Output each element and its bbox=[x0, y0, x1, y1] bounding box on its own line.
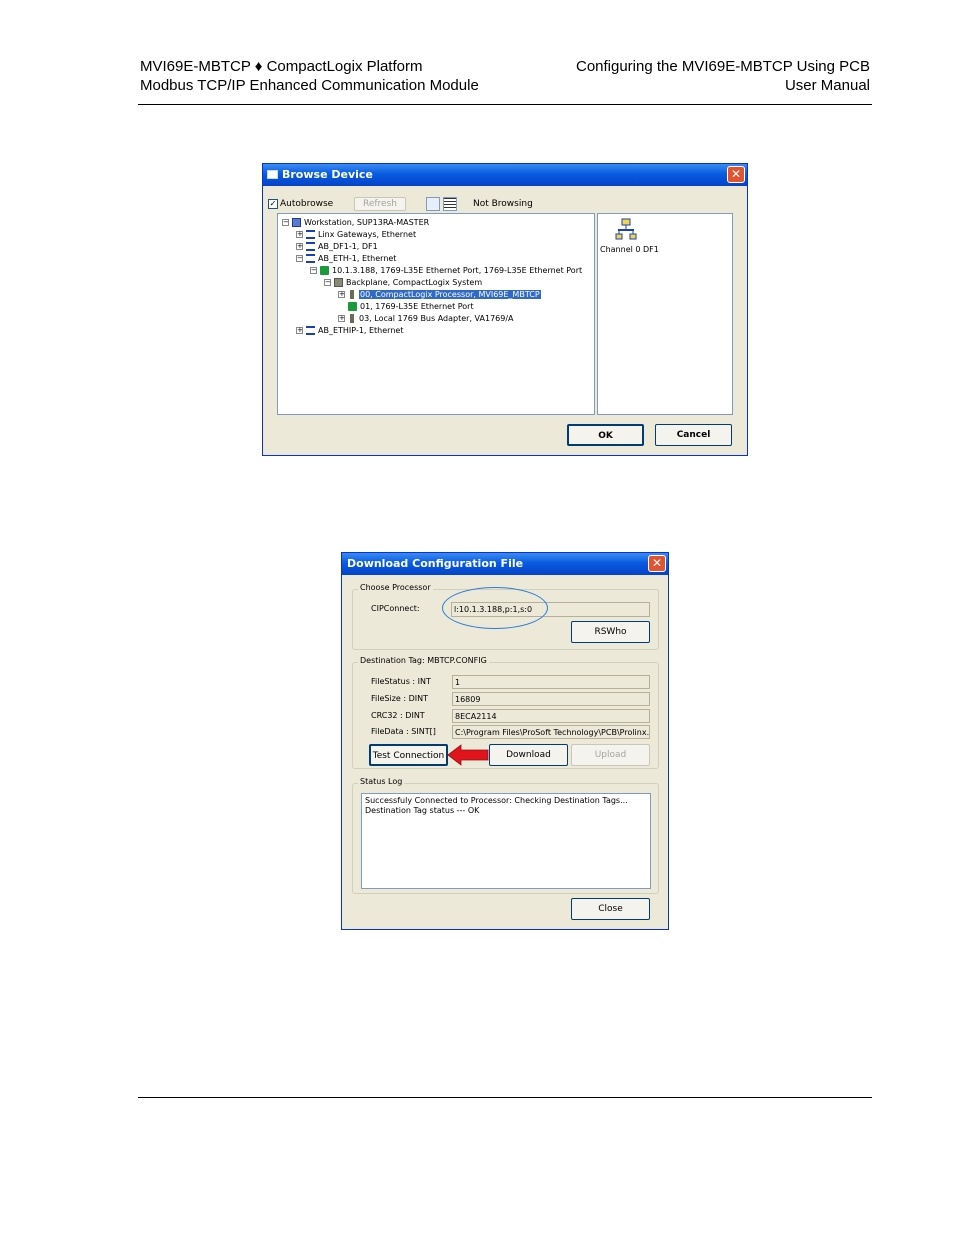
close-button[interactable]: Close bbox=[571, 898, 650, 920]
cipconnect-label: CIPConnect: bbox=[371, 604, 420, 613]
module-icon bbox=[350, 313, 354, 323]
collapse-icon[interactable]: − bbox=[310, 266, 317, 274]
header-left: MVI69E-MBTCP ♦ CompactLogix Platform Mod… bbox=[140, 57, 479, 95]
ethernet-port-icon bbox=[320, 265, 329, 275]
header-doc-type: User Manual bbox=[784, 77, 870, 94]
collapse-icon[interactable]: − bbox=[296, 254, 303, 262]
browse-status: Not Browsing bbox=[473, 199, 533, 209]
filedata-field: C:\Program Files\ProSoft Technology\PCB\… bbox=[452, 725, 650, 739]
tree-item[interactable]: + 03, Local 1769 Bus Adapter, VA1769/A bbox=[338, 312, 514, 324]
refresh-button[interactable]: Refresh bbox=[354, 197, 406, 211]
status-log-line: Destination Tag status --- OK bbox=[365, 806, 480, 815]
expand-icon[interactable]: + bbox=[338, 314, 345, 322]
tree-item-label: Workstation, SUP13RA-MASTER bbox=[304, 217, 430, 227]
download-config-dialog: Download Configuration File ✕ Choose Pro… bbox=[341, 552, 669, 930]
field-label: CRC32 : DINT bbox=[371, 711, 425, 720]
download-button[interactable]: Download bbox=[489, 744, 568, 766]
tree-item-label: Backplane, CompactLogix System bbox=[346, 277, 483, 287]
network-icon bbox=[306, 241, 315, 251]
upload-button[interactable]: Upload bbox=[571, 744, 650, 766]
header-rule bbox=[138, 104, 872, 105]
browse-device-dialog: Browse Device ✕ ✓ Autobrowse Refresh Not… bbox=[262, 163, 748, 456]
expand-icon[interactable]: + bbox=[296, 326, 303, 334]
tree-item[interactable]: + AB_ETHIP-1, Ethernet bbox=[296, 324, 403, 336]
device-detail-pane[interactable]: Channel 0 DF1 bbox=[597, 213, 733, 415]
tree-item-selected[interactable]: + 00, CompactLogix Processor, MVI69E_MBT… bbox=[338, 288, 541, 300]
tree-item-label: 00, CompactLogix Processor, MVI69E_MBTCP bbox=[359, 289, 541, 299]
browse-close-button[interactable]: ✕ bbox=[727, 166, 745, 183]
browse-title: Browse Device bbox=[282, 168, 373, 181]
header-module: Modbus TCP/IP Enhanced Communication Mod… bbox=[140, 77, 479, 94]
crc32-field: 8ECA2114 bbox=[452, 709, 650, 723]
collapse-icon[interactable]: − bbox=[324, 278, 331, 286]
tree-item-label: 01, 1769-L35E Ethernet Port bbox=[360, 301, 474, 311]
tree-item[interactable]: 01, 1769-L35E Ethernet Port bbox=[348, 300, 474, 312]
status-log-group: Status Log Successfuly Connected to Proc… bbox=[352, 777, 659, 894]
tree-item-label: 10.1.3.188, 1769-L35E Ethernet Port, 176… bbox=[332, 265, 583, 275]
status-log-textarea[interactable]: Successfuly Connected to Processor: Chec… bbox=[361, 793, 651, 889]
cancel-button[interactable]: Cancel bbox=[655, 424, 732, 446]
rswho-button[interactable]: RSWho bbox=[571, 621, 650, 643]
network-channel-icon[interactable] bbox=[615, 218, 637, 240]
test-connection-button[interactable]: Test Connection bbox=[369, 744, 448, 766]
expand-icon[interactable]: + bbox=[296, 230, 303, 238]
ethernet-port-icon bbox=[348, 301, 357, 311]
header-section: Configuring the MVI69E-MBTCP Using PCB bbox=[575, 58, 870, 75]
autobrowse-checkbox[interactable]: ✓ bbox=[268, 199, 278, 209]
list-view-icon[interactable] bbox=[443, 197, 457, 211]
tree-item-label: Linx Gateways, Ethernet bbox=[318, 229, 417, 239]
download-title: Download Configuration File bbox=[347, 557, 524, 570]
channel-label: Channel 0 DF1 bbox=[600, 245, 659, 254]
autobrowse-label: Autobrowse bbox=[280, 199, 334, 209]
ok-button[interactable]: OK bbox=[567, 424, 644, 446]
tree-item-label: AB_ETH-1, Ethernet bbox=[318, 253, 397, 263]
tree-item[interactable]: + AB_DF1-1, DF1 bbox=[296, 240, 378, 252]
field-label: FileSize : DINT bbox=[371, 694, 428, 703]
tree-item-label: AB_DF1-1, DF1 bbox=[318, 241, 378, 251]
field-label: FileStatus : INT bbox=[371, 677, 431, 686]
destination-tag-group: Destination Tag: MBTCP.CONFIG FileStatus… bbox=[352, 656, 659, 769]
filestatus-field: 1 bbox=[452, 675, 650, 689]
expand-icon[interactable]: + bbox=[296, 242, 303, 250]
module-icon bbox=[350, 289, 354, 299]
filesize-field: 16809 bbox=[452, 692, 650, 706]
browse-titlebar: Browse Device ✕ bbox=[263, 164, 747, 186]
download-titlebar: Download Configuration File ✕ bbox=[342, 553, 668, 575]
network-icon bbox=[306, 229, 315, 239]
network-icon bbox=[306, 253, 315, 263]
tree-item[interactable]: + Linx Gateways, Ethernet bbox=[296, 228, 416, 240]
tree-item[interactable]: − AB_ETH-1, Ethernet bbox=[296, 252, 396, 264]
expand-icon[interactable]: + bbox=[338, 290, 345, 298]
computer-icon bbox=[292, 217, 301, 227]
backplane-icon bbox=[334, 277, 343, 287]
tree-item-label: 03, Local 1769 Bus Adapter, VA1769/A bbox=[359, 313, 514, 323]
device-tree-pane[interactable]: − Workstation, SUP13RA-MASTER + Linx Gat… bbox=[277, 213, 595, 415]
window-icon bbox=[267, 170, 278, 179]
tree-item[interactable]: − Backplane, CompactLogix System bbox=[324, 276, 482, 288]
network-icon bbox=[306, 325, 315, 335]
tree-item[interactable]: − 10.1.3.188, 1769-L35E Ethernet Port, 1… bbox=[310, 264, 582, 276]
status-log-line: Successfuly Connected to Processor: Chec… bbox=[365, 796, 628, 805]
field-label: FileData : SINT[] bbox=[371, 727, 436, 736]
destination-tag-label: Destination Tag: MBTCP.CONFIG bbox=[358, 656, 489, 665]
header-product: MVI69E-MBTCP ♦ CompactLogix Platform bbox=[140, 58, 423, 75]
choose-processor-label: Choose Processor bbox=[358, 583, 433, 592]
tree-item-label: AB_ETHIP-1, Ethernet bbox=[318, 325, 404, 335]
tree-view-icon[interactable] bbox=[426, 197, 440, 211]
highlight-ellipse bbox=[442, 587, 548, 629]
footer-rule bbox=[138, 1097, 872, 1098]
download-close-icon[interactable]: ✕ bbox=[648, 555, 666, 572]
status-log-label: Status Log bbox=[358, 777, 405, 786]
red-arrow-icon bbox=[447, 744, 489, 766]
collapse-icon[interactable]: − bbox=[282, 218, 289, 226]
tree-item[interactable]: − Workstation, SUP13RA-MASTER bbox=[282, 216, 429, 228]
header-right: Configuring the MVI69E-MBTCP Using PCB U… bbox=[576, 57, 870, 95]
